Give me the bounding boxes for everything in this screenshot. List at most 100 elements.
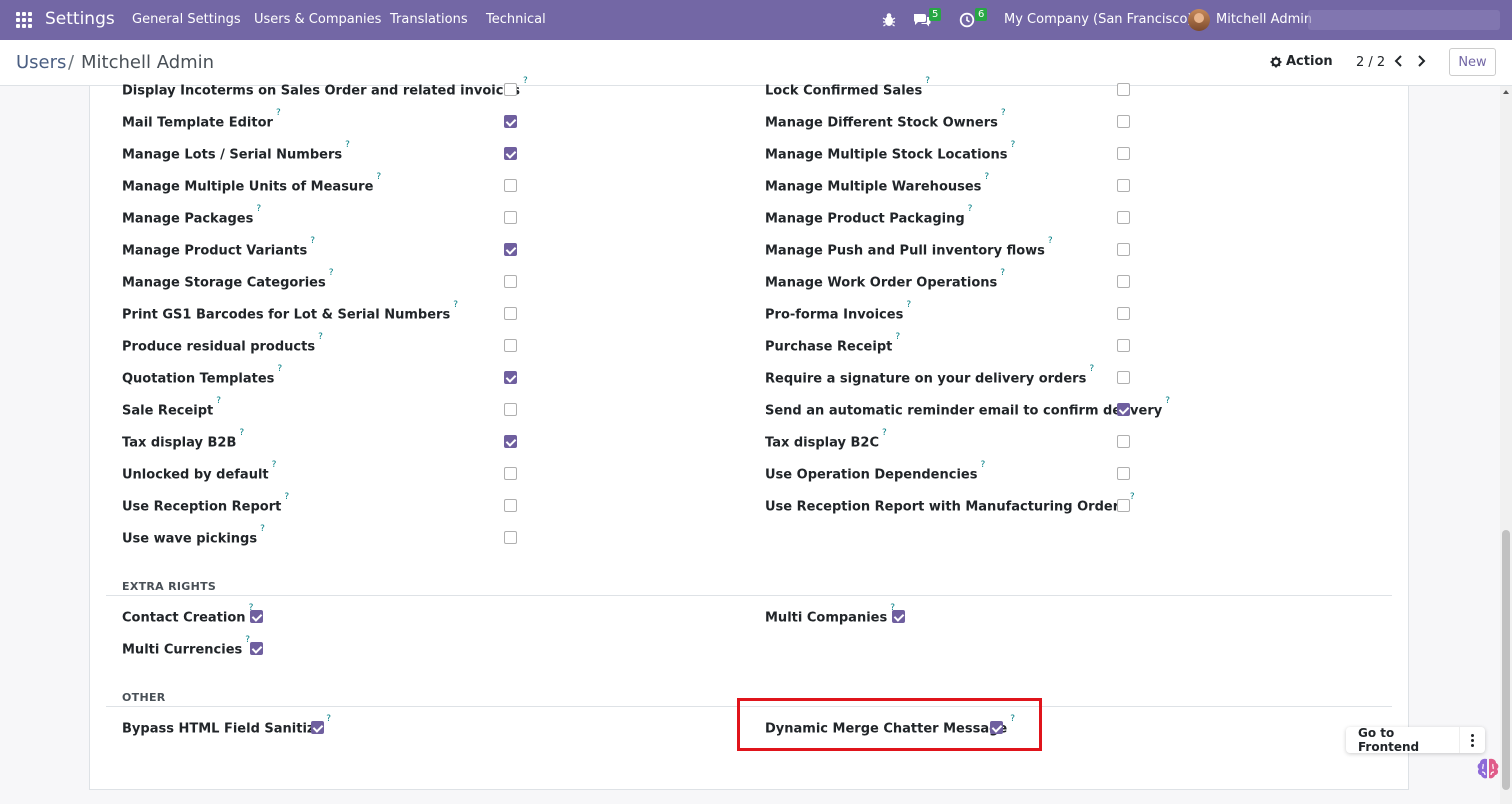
checkbox-manage-push-and-pull-inventory-flows[interactable] (1117, 243, 1130, 256)
help-tooltip-icon[interactable]: ? (277, 364, 282, 374)
checkbox-contact-creation[interactable] (250, 610, 263, 623)
checkbox-multi-companies[interactable] (892, 610, 905, 623)
user-menu[interactable]: Mitchell Admin (1216, 12, 1312, 27)
field-label-manage-multiple-stock-locations: Manage Multiple Stock Locations? (765, 140, 1016, 163)
help-tooltip-icon[interactable]: ? (345, 140, 350, 150)
menu-translations[interactable]: Translations (390, 12, 468, 27)
checkbox-purchase-receipt[interactable] (1117, 339, 1130, 352)
help-tooltip-icon[interactable]: ? (906, 300, 911, 310)
checkbox-manage-product-variants[interactable] (504, 243, 517, 256)
checkbox-use-reception-report[interactable] (504, 499, 517, 512)
field-label-manage-product-variants: Manage Product Variants? (122, 236, 316, 259)
field-label-quotation-templates: Quotation Templates? (122, 364, 283, 387)
checkbox-require-a-signature-on-your-delivery-orders[interactable] (1117, 371, 1130, 384)
help-tooltip-icon[interactable]: ? (260, 524, 265, 534)
checkbox-manage-multiple-warehouses[interactable] (1117, 179, 1130, 192)
scrollbar-thumb[interactable] (1502, 530, 1510, 790)
checkbox-unlocked-by-default[interactable] (504, 467, 517, 480)
new-button[interactable]: New (1449, 48, 1496, 76)
field-label-multi-companies: Multi Companies? (765, 603, 895, 626)
checkbox-sale-receipt[interactable] (504, 403, 517, 416)
field-label-manage-multiple-units-of-measure: Manage Multiple Units of Measure? (122, 172, 382, 195)
company-switcher[interactable]: My Company (San Francisco) (1004, 12, 1192, 27)
debug-bug-icon[interactable] (882, 12, 896, 28)
app-title[interactable]: Settings (45, 9, 115, 29)
help-tooltip-icon[interactable]: ? (1000, 268, 1005, 278)
checkbox-send-an-automatic-reminder-email-to-confirm-delivery[interactable] (1117, 403, 1130, 416)
help-tooltip-icon[interactable]: ? (256, 204, 261, 214)
help-tooltip-icon[interactable]: ? (968, 204, 973, 214)
more-options-icon[interactable] (1459, 727, 1485, 753)
help-tooltip-icon[interactable]: ? (329, 268, 334, 278)
user-avatar[interactable] (1188, 9, 1210, 31)
help-tooltip-icon[interactable]: ? (310, 236, 315, 246)
help-tooltip-icon[interactable]: ? (984, 172, 989, 182)
user-extra-area (1308, 10, 1500, 30)
field-label-require-a-signature-on-your-delivery-orders: Require a signature on your delivery ord… (765, 364, 1095, 387)
checkbox-use-reception-report-with-manufacturing-orders[interactable] (1117, 499, 1130, 512)
scroll-up-arrow-icon[interactable] (1503, 90, 1509, 94)
checkbox-manage-multiple-units-of-measure[interactable] (504, 179, 517, 192)
menu-general-settings[interactable]: General Settings (132, 12, 241, 27)
help-tooltip-icon[interactable]: ? (284, 492, 289, 502)
checkbox-quotation-templates[interactable] (504, 371, 517, 384)
checkbox-mail-template-editor[interactable] (504, 115, 517, 128)
checkbox-multi-currencies[interactable] (250, 642, 263, 655)
menu-users-companies[interactable]: Users & Companies (254, 12, 381, 27)
pager-previous-icon[interactable] (1394, 55, 1404, 67)
checkbox-manage-product-packaging[interactable] (1117, 211, 1130, 224)
pager-next-icon[interactable] (1416, 55, 1426, 67)
breadcrumb-users[interactable]: Users (16, 52, 66, 73)
help-tooltip-icon[interactable]: ? (326, 714, 331, 724)
help-tooltip-icon[interactable]: ? (925, 76, 930, 86)
help-tooltip-icon[interactable]: ? (1089, 364, 1094, 374)
action-button[interactable]: Action (1270, 54, 1333, 69)
checkbox-manage-packages[interactable] (504, 211, 517, 224)
ai-brain-icon[interactable] (1474, 755, 1502, 783)
go-to-frontend-button[interactable]: Go to Frontend (1346, 726, 1459, 754)
checkbox-tax-display-b2c[interactable] (1117, 435, 1130, 448)
checkbox-manage-lots-serial-numbers[interactable] (504, 147, 517, 160)
help-tooltip-icon[interactable]: ? (276, 108, 281, 118)
field-label-mail-template-editor: Mail Template Editor? (122, 108, 281, 131)
field-label-use-operation-dependencies: Use Operation Dependencies? (765, 460, 986, 483)
checkbox-lock-confirmed-sales[interactable] (1117, 83, 1130, 96)
help-tooltip-icon[interactable]: ? (1165, 396, 1170, 406)
help-tooltip-icon[interactable]: ? (980, 460, 985, 470)
field-label-manage-work-order-operations: Manage Work Order Operations? (765, 268, 1006, 291)
checkbox-produce-residual-products[interactable] (504, 339, 517, 352)
help-tooltip-icon[interactable]: ? (523, 76, 528, 86)
apps-menu-icon[interactable] (16, 12, 32, 28)
help-tooltip-icon[interactable]: ? (882, 428, 887, 438)
help-tooltip-icon[interactable]: ? (239, 428, 244, 438)
checkbox-pro-forma-invoices[interactable] (1117, 307, 1130, 320)
help-tooltip-icon[interactable]: ? (216, 396, 221, 406)
field-label-pro-forma-invoices: Pro-forma Invoices? (765, 300, 912, 323)
checkbox-use-wave-pickings[interactable] (504, 531, 517, 544)
help-tooltip-icon[interactable]: ? (1010, 140, 1015, 150)
checkbox-print-gs1-barcodes-for-lot-serial-numbers[interactable] (504, 307, 517, 320)
help-tooltip-icon[interactable]: ? (1048, 236, 1053, 246)
help-tooltip-icon[interactable]: ? (272, 460, 277, 470)
checkbox-manage-storage-categories[interactable] (504, 275, 517, 288)
pager-value[interactable]: 2 / 2 (1356, 55, 1385, 70)
menu-technical[interactable]: Technical (486, 12, 546, 27)
checkbox-manage-different-stock-owners[interactable] (1117, 115, 1130, 128)
field-label-display-incoterms-on-sales-order-and-related-invoices: Display Incoterms on Sales Order and rel… (122, 76, 528, 99)
checkbox-tax-display-b2b[interactable] (504, 435, 517, 448)
help-tooltip-icon[interactable]: ? (895, 332, 900, 342)
checkbox-use-operation-dependencies[interactable] (1117, 467, 1130, 480)
checkbox-display-incoterms-on-sales-order-and-related-invoices[interactable] (504, 83, 517, 96)
checkbox-manage-work-order-operations[interactable] (1117, 275, 1130, 288)
field-label-lock-confirmed-sales: Lock Confirmed Sales? (765, 76, 930, 99)
help-tooltip-icon[interactable]: ? (453, 300, 458, 310)
field-label-unlocked-by-default: Unlocked by default? (122, 460, 277, 483)
page-scrollbar[interactable] (1500, 86, 1512, 804)
help-tooltip-icon[interactable]: ? (1001, 108, 1006, 118)
checkbox-bypass-html[interactable] (311, 721, 324, 734)
help-tooltip-icon[interactable]: ? (376, 172, 381, 182)
checkbox-manage-multiple-stock-locations[interactable] (1117, 147, 1130, 160)
help-tooltip-icon[interactable]: ? (318, 332, 323, 342)
help-tooltip-icon[interactable]: ? (1130, 492, 1135, 502)
activity-clock-icon[interactable] (959, 12, 975, 28)
